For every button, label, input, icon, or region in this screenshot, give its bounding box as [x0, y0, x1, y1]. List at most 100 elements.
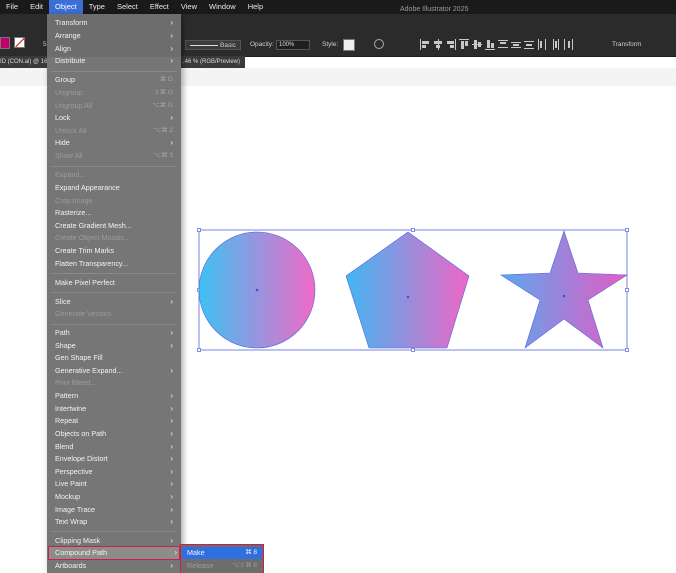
menu-item-objects-on-path[interactable]: Objects on Path ›: [55, 428, 175, 440]
menu-item-generative-expand[interactable]: Generative Expand... ›: [55, 365, 175, 377]
align-middle-icon[interactable]: [472, 39, 482, 50]
menu-item-repeat[interactable]: Repeat ›: [55, 415, 175, 427]
stroke-profile-dropdown[interactable]: Basic: [185, 40, 241, 50]
menu-item-live-paint[interactable]: Live Paint ›: [55, 478, 175, 490]
distribute-right-icon[interactable]: [563, 39, 573, 50]
menu-item-clipping-mask[interactable]: Clipping Mask ›: [55, 535, 175, 547]
menu-item-transform[interactable]: Transform ›: [55, 17, 175, 29]
menu-item-image-trace[interactable]: Image Trace ›: [55, 504, 175, 516]
align-left-icon[interactable]: [420, 39, 430, 50]
menu-item-slice[interactable]: Slice ›: [55, 296, 175, 308]
menu-item-make-pixel-perfect[interactable]: Make Pixel Perfect: [55, 277, 175, 289]
menu-item-perspective[interactable]: Perspective ›: [55, 466, 175, 478]
menu-item-expand-appearance[interactable]: Expand Appearance: [55, 182, 175, 194]
menu-separator: [51, 292, 177, 293]
menu-item-pattern[interactable]: Pattern ›: [55, 390, 175, 402]
distribute-vcenter-icon[interactable]: [511, 39, 521, 50]
align-right-icon[interactable]: [446, 39, 456, 50]
document-tab-left[interactable]: ID (CON.ai) @ 16: [0, 56, 47, 68]
menu-object[interactable]: Object: [49, 0, 83, 14]
star-shape[interactable]: [500, 230, 628, 349]
fill-swatch[interactable]: [0, 37, 10, 49]
menu-item-unlock-all: Unlock All ⌥⌘ 2: [55, 125, 175, 137]
menu-item-rasterize[interactable]: Rasterize...: [55, 207, 175, 219]
submenu-item-label: Release: [187, 561, 214, 570]
menu-item-label: Intertwine: [55, 404, 87, 413]
submenu-item-make[interactable]: Make ⌘ 8: [182, 547, 262, 559]
opacity-field[interactable]: 100%: [276, 40, 310, 50]
menu-item-ungroup-all: Ungroup All ⌥⌘ G: [55, 100, 175, 112]
menu-window[interactable]: Window: [203, 0, 242, 14]
menu-item-label: Transform: [55, 18, 88, 27]
menu-item-compound-path[interactable]: Compound Path ›: [48, 546, 180, 560]
align-center-icon[interactable]: [433, 39, 443, 50]
align-controls: [420, 39, 573, 50]
menu-shortcut: ⌘ 8: [245, 549, 257, 556]
menu-view[interactable]: View: [175, 0, 203, 14]
menu-item-path[interactable]: Path ›: [55, 327, 175, 339]
menu-item-hide[interactable]: Hide ›: [55, 137, 175, 149]
menu-effect[interactable]: Effect: [144, 0, 175, 14]
menu-item-label: Pattern: [55, 391, 79, 400]
menu-item-label: Show All: [55, 151, 83, 160]
submenu-arrow-icon: ›: [170, 404, 173, 413]
menu-item-shape[interactable]: Shape ›: [55, 340, 175, 352]
menu-item-label: Path: [55, 328, 70, 337]
menu-item-label: Rasterize...: [55, 208, 92, 217]
transform-button[interactable]: Transform: [612, 41, 641, 48]
align-top-icon[interactable]: [459, 39, 469, 50]
submenu-arrow-icon: ›: [170, 297, 173, 306]
document-tab-right[interactable]: .46 % (RGB/Preview): [181, 56, 245, 68]
distribute-bottom-icon[interactable]: [524, 39, 534, 50]
menu-item-label: Repeat: [55, 416, 79, 425]
compound-path-submenu: Make ⌘ 8 Release ⌥⇧⌘ 8: [180, 544, 264, 573]
menu-item-label: Mockup: [55, 492, 81, 501]
distribute-left-icon[interactable]: [537, 39, 547, 50]
menu-item-label: Create Gradient Mesh...: [55, 221, 132, 230]
menu-item-label: Print Bleed...: [55, 378, 97, 387]
distribute-hcenter-icon[interactable]: [550, 39, 560, 50]
submenu-arrow-icon: ›: [170, 442, 173, 451]
menu-bar: File Edit Object Type Select Effect View…: [0, 0, 676, 14]
menu-item-label: Generate Vectors: [55, 309, 111, 318]
submenu-arrow-icon: ›: [170, 56, 173, 65]
menu-item-label: Blend: [55, 442, 74, 451]
menu-item-blend[interactable]: Blend ›: [55, 441, 175, 453]
menu-type[interactable]: Type: [83, 0, 111, 14]
menu-item-create-gradient-mesh[interactable]: Create Gradient Mesh...: [55, 220, 175, 232]
menu-item-envelope-distort[interactable]: Envelope Distort ›: [55, 453, 175, 465]
menu-file[interactable]: File: [0, 0, 24, 14]
menu-item-arrange[interactable]: Arrange ›: [55, 30, 175, 42]
stroke-swatch[interactable]: [14, 37, 25, 48]
menu-item-label: Arrange: [55, 31, 81, 40]
menu-item-flatten-transparency[interactable]: Flatten Transparency...: [55, 258, 175, 270]
menu-item-intertwine[interactable]: Intertwine ›: [55, 403, 175, 415]
menu-item-print-bleed: Print Bleed...: [55, 377, 175, 389]
menu-separator: [51, 71, 177, 72]
submenu-arrow-icon: ›: [174, 548, 177, 557]
menu-item-artboards[interactable]: Artboards ›: [55, 560, 175, 572]
menu-item-generate-vectors: Generate Vectors: [55, 308, 175, 320]
menu-item-label: Text Wrap: [55, 517, 88, 526]
menu-select[interactable]: Select: [111, 0, 144, 14]
menu-item-align[interactable]: Align ›: [55, 43, 175, 55]
menu-item-create-trim-marks[interactable]: Create Trim Marks: [55, 245, 175, 257]
menu-item-group[interactable]: Group ⌘ G: [55, 74, 175, 86]
pentagon-shape[interactable]: [345, 231, 470, 349]
menu-item-lock[interactable]: Lock ›: [55, 112, 175, 124]
menu-item-gen-shape-fill[interactable]: Gen Shape Fill: [55, 352, 175, 364]
distribute-top-icon[interactable]: [498, 39, 508, 50]
menu-item-mockup[interactable]: Mockup ›: [55, 491, 175, 503]
align-bottom-icon[interactable]: [485, 39, 495, 50]
menu-edit[interactable]: Edit: [24, 0, 49, 14]
menu-shortcut: ⇧⌘ G: [154, 89, 173, 96]
opacity-label: Opacity:: [250, 41, 274, 48]
menu-item-text-wrap[interactable]: Text Wrap ›: [55, 516, 175, 528]
submenu-arrow-icon: ›: [170, 429, 173, 438]
menu-help[interactable]: Help: [242, 0, 269, 14]
menu-item-label: Expand...: [55, 170, 86, 179]
menu-item-distribute[interactable]: Distribute ›: [55, 55, 175, 67]
recolor-globe-icon[interactable]: [374, 39, 384, 49]
circle-shape[interactable]: [198, 231, 316, 349]
graphic-style-swatch[interactable]: [343, 39, 355, 51]
